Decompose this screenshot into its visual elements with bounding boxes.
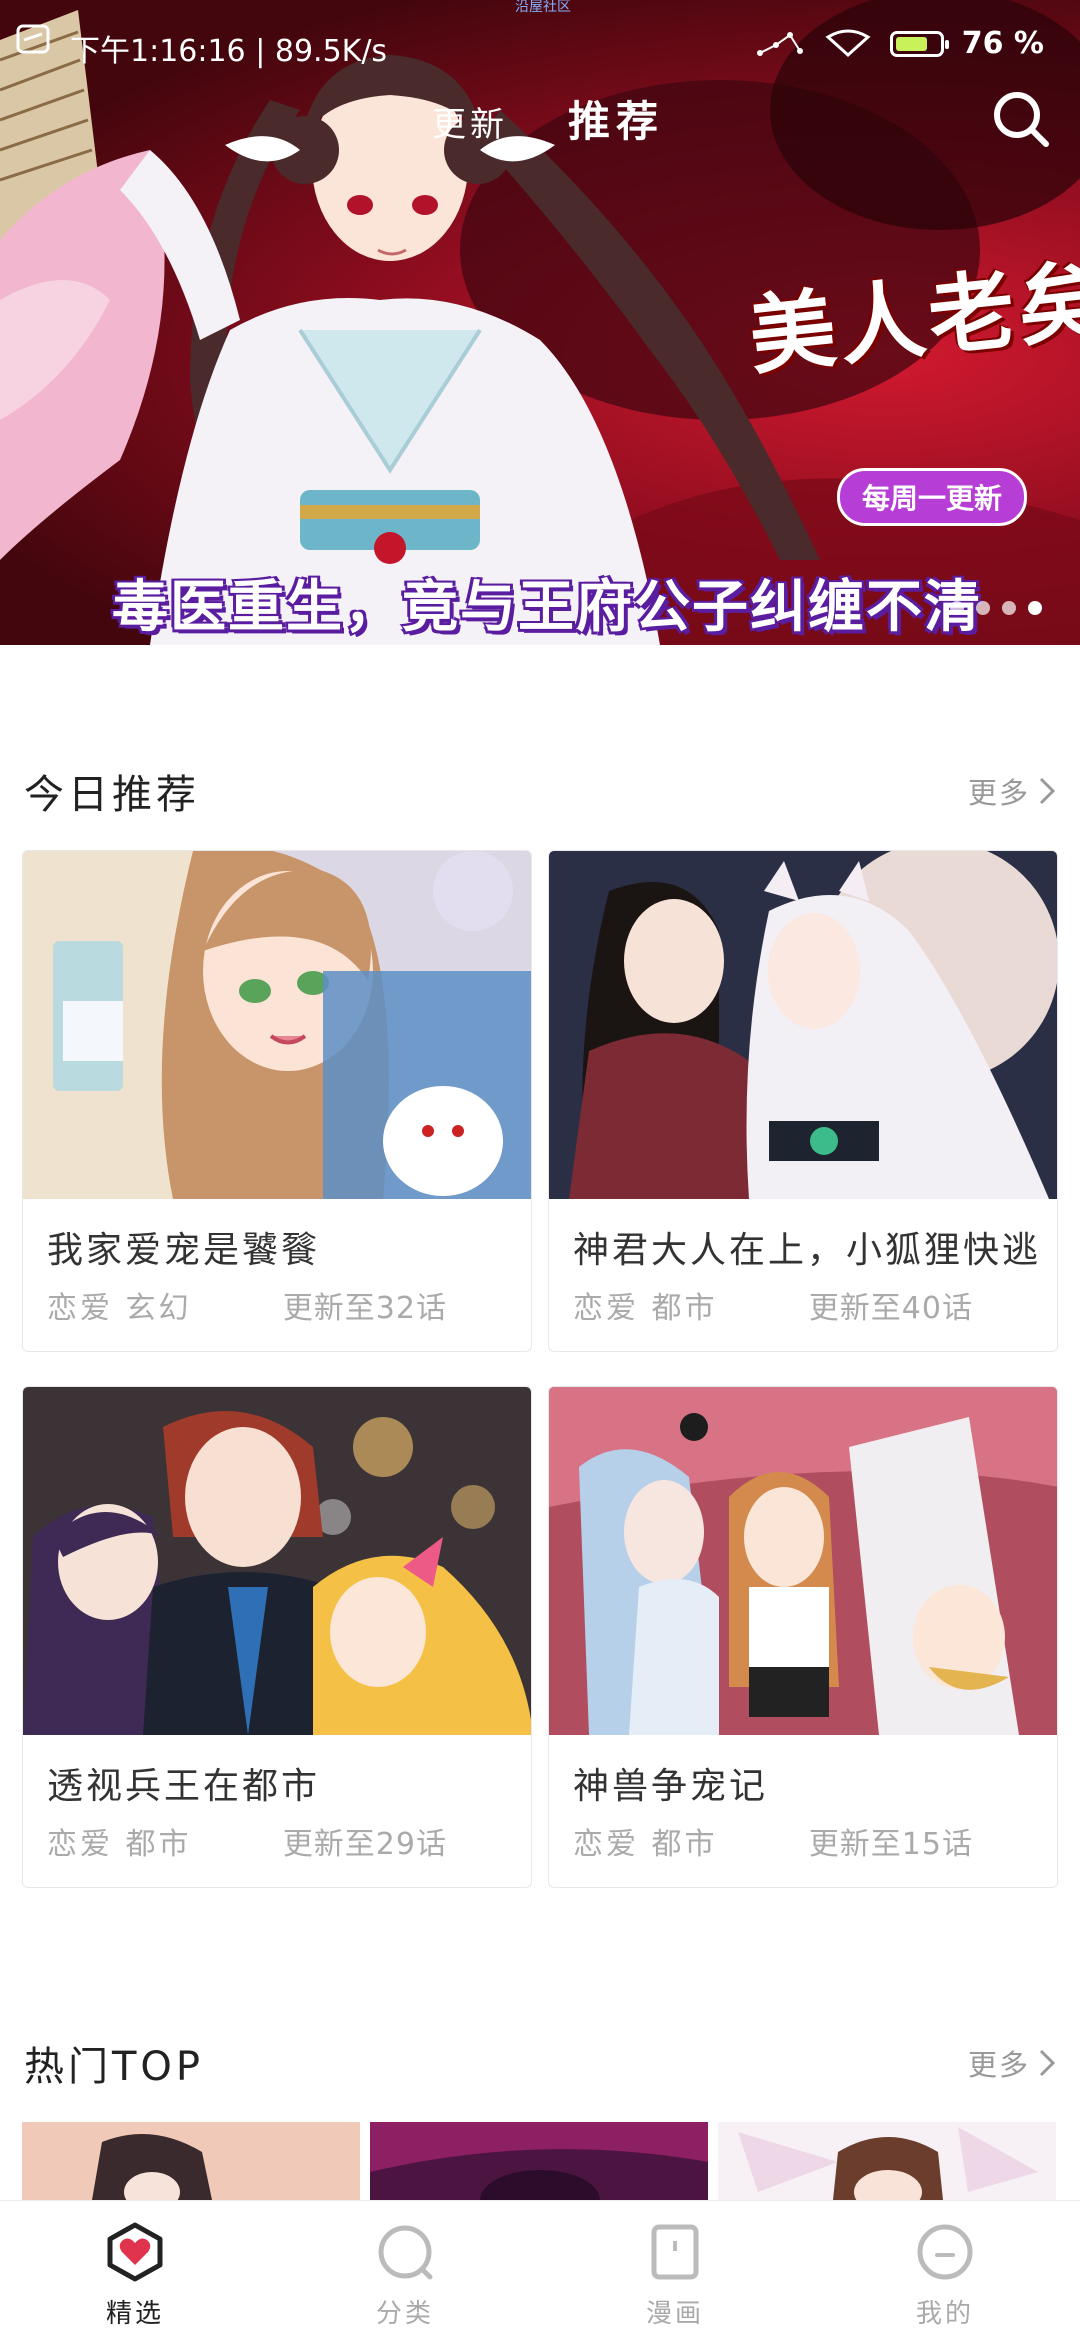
chevron-right-icon [1039,2049,1056,2077]
banner-dot[interactable] [1002,601,1016,615]
status-right: 76 % [754,26,1044,61]
comic-title: 透视兵王在都市 [47,1766,321,1807]
recommend-more-link[interactable]: 更多 [968,770,1056,812]
app-root: 沿屋社区 下午1:16:16 | 89.5K/s 76 % 更新 推荐 美人老矣… [0,0,1080,2340]
nav-item-category[interactable]: 分类 [270,2201,540,2340]
bottom-nav: 精选 分类 漫画 我的 [0,2200,1080,2340]
comic-card[interactable]: 神君大人在上，小狐狸快逃 恋爱 都市 更新至40话 [548,850,1058,1352]
comic-tags: 恋爱 都市 [573,1827,718,1862]
profile-icon [917,2224,973,2280]
comic-update-status: 更新至40话 [808,1291,973,1326]
hot-comic-thumbnail[interactable] [370,2122,708,2200]
hot-section-title: 热门TOP [24,2044,205,2090]
hot-more-link[interactable]: 更多 [968,2042,1056,2084]
comic-tags: 恋爱 都市 [47,1827,192,1862]
more-label: 更多 [967,2048,1030,2082]
tab-update[interactable]: 更新 [432,97,508,146]
battery-fill [895,36,927,51]
comic-update-status: 更新至15话 [808,1827,973,1862]
nav-label: 分类 [375,2299,434,2329]
battery-percent: 76 % [961,26,1044,61]
status-top-mini-text: 沿屋社区 [515,0,571,15]
comic-update-status: 更新至32话 [282,1291,447,1326]
nav-item-comics[interactable]: 漫画 [540,2201,810,2340]
comic-cover [23,1387,531,1735]
comic-card[interactable]: 我家爱宠是饕餮 恋爱 玄幻 更新至32话 [22,850,532,1352]
comic-cover [549,851,1057,1199]
comic-tags: 恋爱 玄幻 [47,1291,192,1326]
nav-label: 漫画 [645,2299,704,2329]
nav-item-profile[interactable]: 我的 [810,2201,1080,2340]
banner-dot[interactable] [950,601,964,615]
banner-caption: 毒医重生，竟与王府公子纠缠不清 [112,575,982,640]
banner-pagination [950,601,1042,615]
signal-icon [756,31,803,56]
recommend-section-header: 今日推荐 更多 [24,762,1056,822]
comic-card[interactable]: 神兽争宠记 恋爱 都市 更新至15话 [548,1386,1058,1888]
comic-cover [23,851,531,1199]
banner[interactable]: 沿屋社区 下午1:16:16 | 89.5K/s 76 % 更新 推荐 美人老矣… [0,0,1080,645]
status-net-speed: 89.5K/s [274,34,388,69]
hot-comic-thumbnail[interactable] [718,2122,1056,2200]
nav-label: 精选 [105,2299,164,2329]
hot-section-header: 热门TOP 更多 [24,2034,1056,2094]
wifi-icon [825,29,871,57]
more-label: 更多 [967,776,1030,810]
status-left: 下午1:16:16 | 89.5K/s [70,26,387,70]
circle-icon [378,2225,433,2280]
banner-dot-active[interactable] [1028,601,1042,615]
status-bar: 沿屋社区 下午1:16:16 | 89.5K/s 76 % [0,0,1080,90]
status-separator: | [255,34,275,69]
comic-tags: 恋爱 都市 [573,1291,718,1326]
recommend-section-title: 今日推荐 [24,772,200,818]
heart-badge-icon [107,2222,163,2282]
nav-label: 我的 [915,2299,974,2329]
comic-title: 神君大人在上，小狐狸快逃 [573,1230,1042,1271]
status-time: 下午1:16:16 [70,34,246,69]
search-icon[interactable] [990,88,1052,150]
comic-title: 神兽争宠记 [573,1766,769,1807]
nav-item-featured[interactable]: 精选 [0,2201,270,2340]
chevron-right-icon [1039,777,1056,805]
notification-icon [16,24,50,54]
comic-title: 我家爱宠是饕餮 [47,1230,321,1271]
tab-recommend[interactable]: 推荐 [568,88,664,149]
top-tabs: 更新 推荐 [432,88,664,149]
banner-dot[interactable] [976,601,990,615]
comic-card[interactable]: 透视兵王在都市 恋爱 都市 更新至29话 [22,1386,532,1888]
battery-icon [889,30,949,57]
book-icon [651,2224,699,2280]
hot-comic-thumbnail[interactable] [22,2122,360,2200]
comic-cover [549,1387,1057,1735]
weekly-update-badge: 每周一更新 [837,468,1028,526]
comic-update-status: 更新至29话 [282,1827,447,1862]
